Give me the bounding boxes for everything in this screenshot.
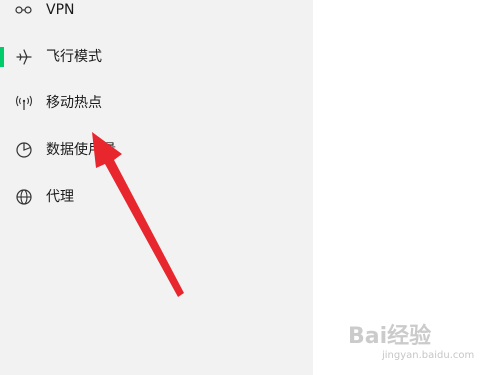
watermark-logo: Bai经验: [348, 324, 432, 349]
settings-sidebar: VPN 飞行模式 移动热点 数据使用量 代理: [0, 0, 313, 375]
sidebar-item-label: 数据使用量: [46, 142, 116, 158]
airplane-icon: [14, 47, 34, 67]
sidebar-item-vpn[interactable]: VPN: [0, 0, 313, 30]
sidebar-item-mobile-hotspot[interactable]: 移动热点: [0, 83, 313, 123]
sidebar-item-data-usage[interactable]: 数据使用量: [0, 130, 313, 170]
sidebar-item-label: VPN: [46, 2, 75, 18]
vpn-icon: [14, 0, 34, 20]
hotspot-icon: [14, 93, 34, 113]
baidu-jingyan-watermark: Bai经验 jingyan.baidu.com: [342, 314, 492, 369]
data-usage-icon: [14, 140, 34, 160]
selection-indicator: [0, 47, 4, 67]
watermark-url: jingyan.baidu.com: [382, 350, 475, 361]
sidebar-item-proxy[interactable]: 代理: [0, 177, 313, 217]
sidebar-item-label: 代理: [46, 189, 74, 205]
sidebar-item-airplane-mode[interactable]: 飞行模式: [0, 37, 313, 77]
sidebar-item-label: 飞行模式: [46, 49, 102, 65]
sidebar-item-label: 移动热点: [46, 95, 102, 111]
globe-icon: [14, 187, 34, 207]
